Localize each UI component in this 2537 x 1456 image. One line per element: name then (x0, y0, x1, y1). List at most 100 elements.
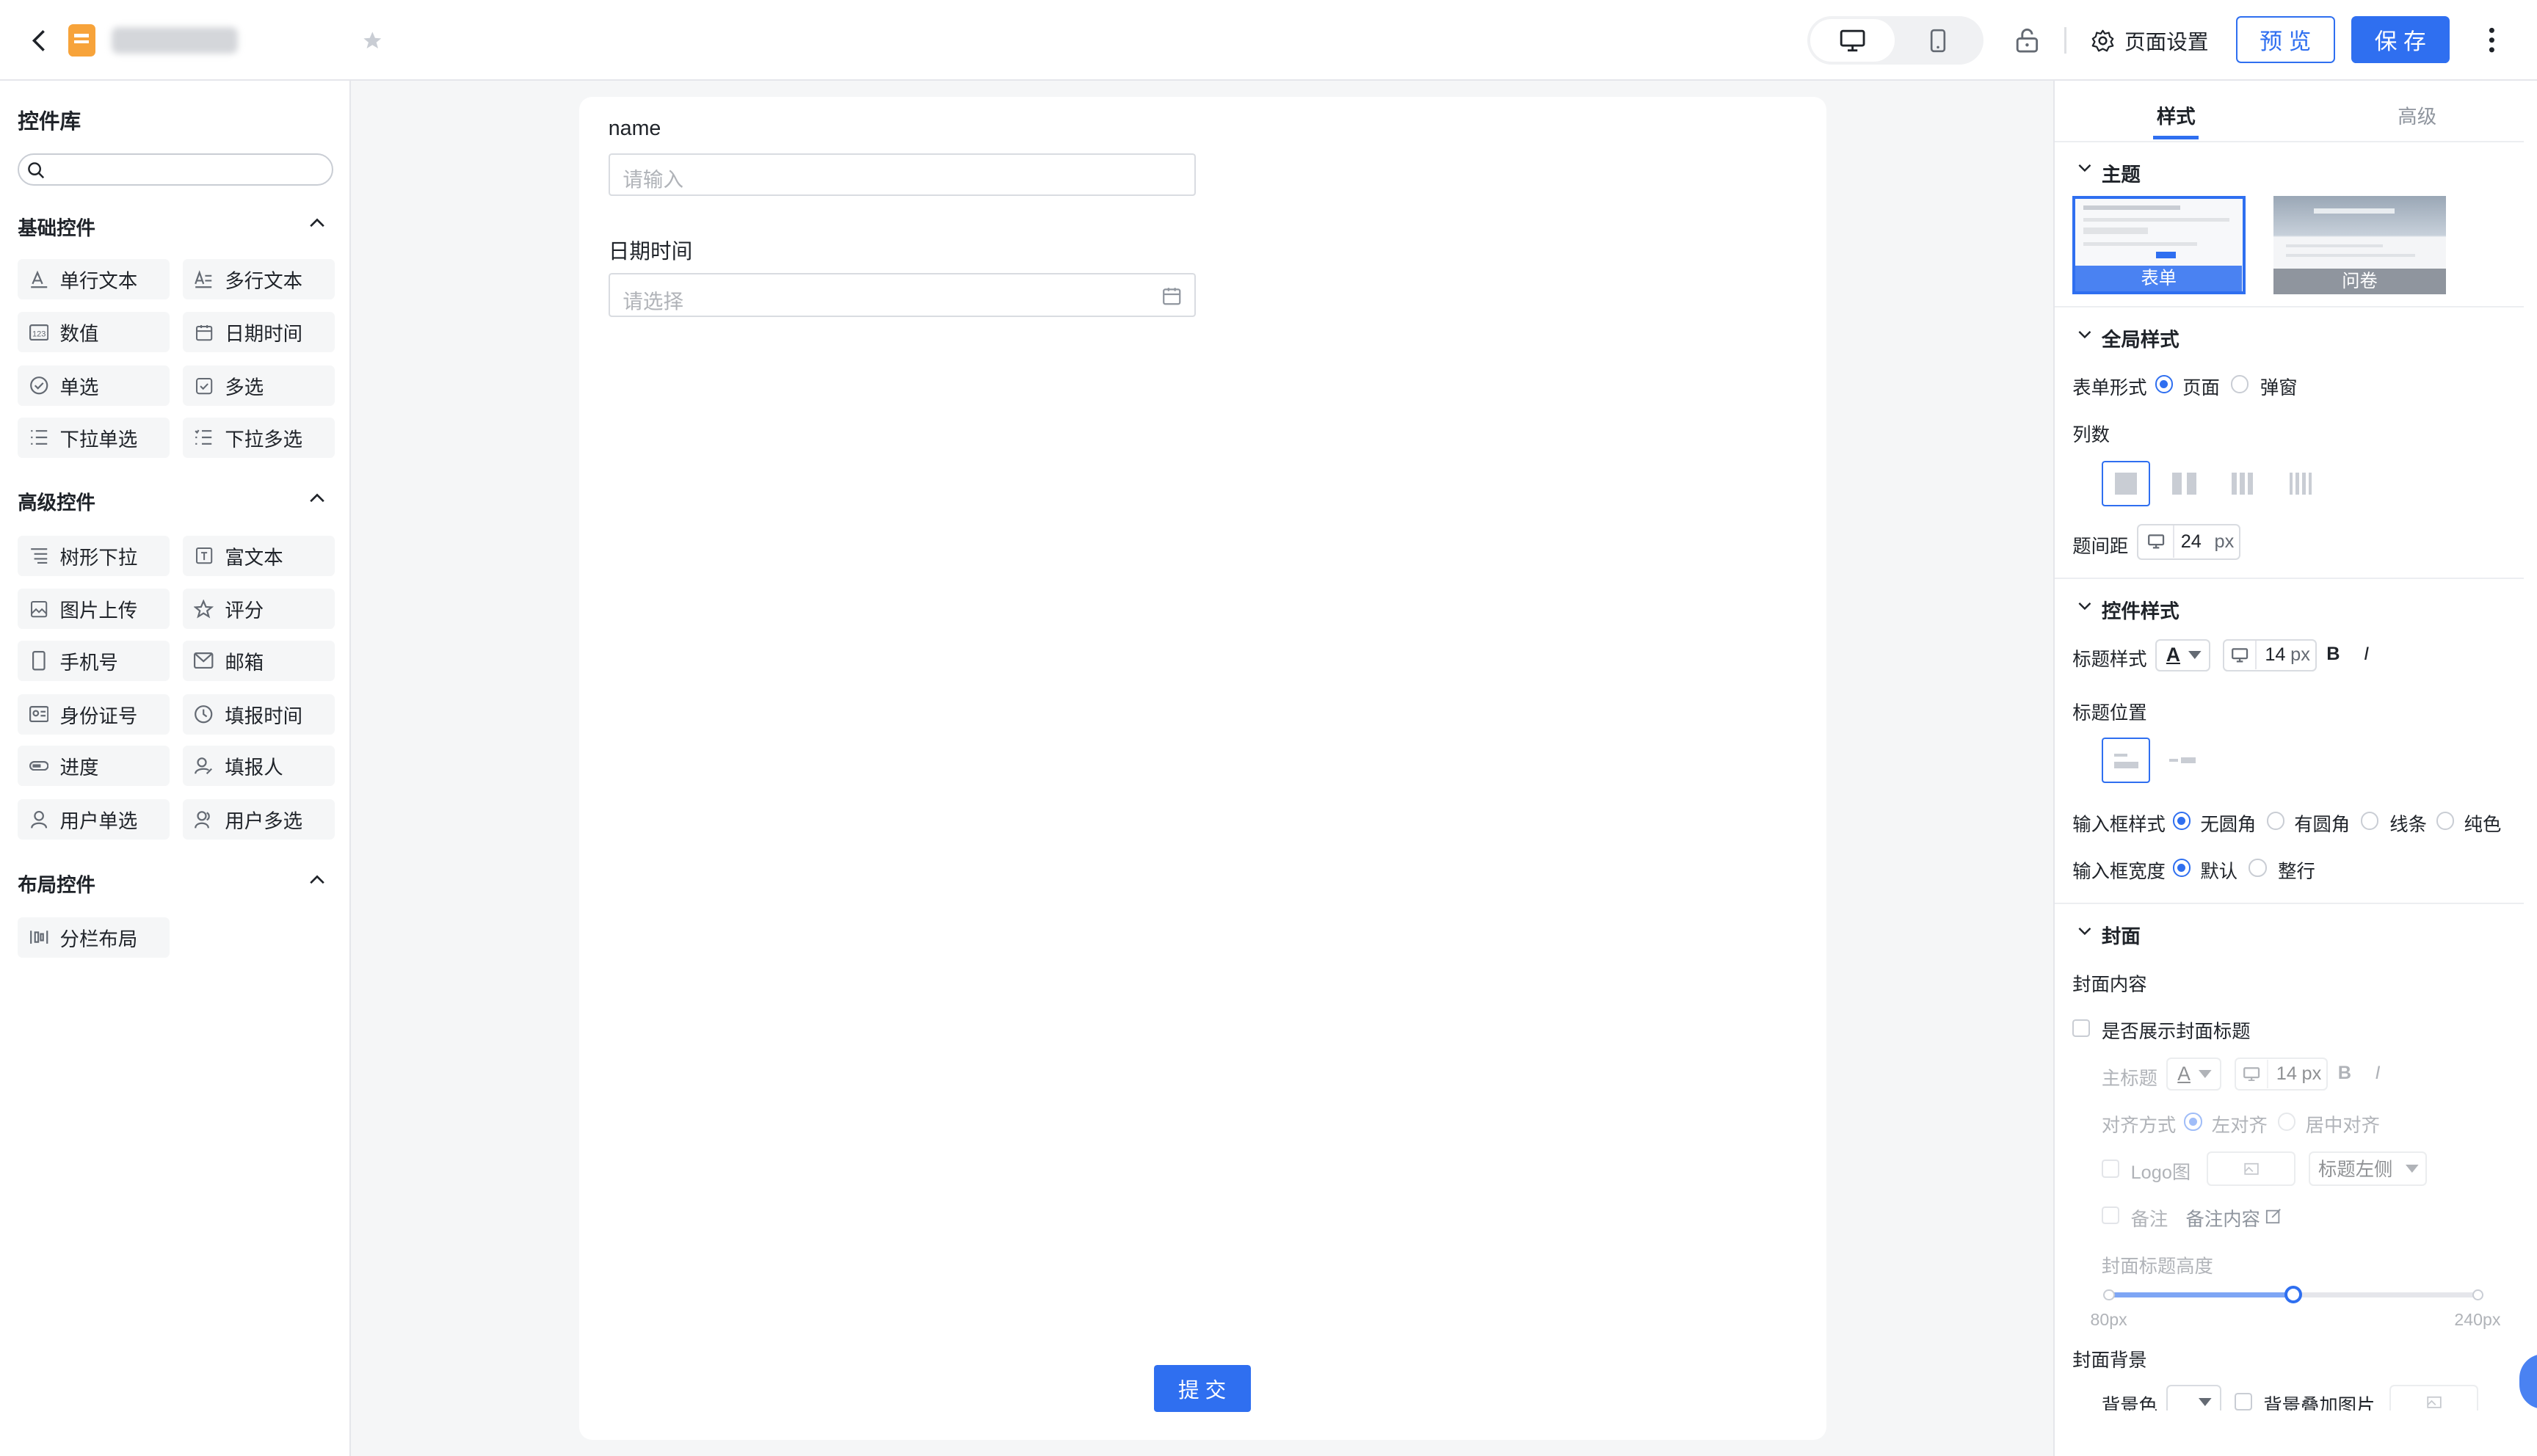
input-style-option[interactable]: 线条 (2389, 810, 2427, 837)
page-settings-button[interactable]: 页面设置 (2091, 24, 2209, 57)
align-center-label[interactable]: 居中对齐 (2306, 1111, 2380, 1138)
input-width-option[interactable]: 默认 (2200, 857, 2237, 884)
app-title-blurred[interactable] (112, 27, 238, 54)
control-phone[interactable]: 手机号 (18, 640, 170, 681)
input-style-radio[interactable] (2172, 812, 2191, 830)
logo-position-select[interactable]: 标题左侧 (2309, 1151, 2427, 1186)
bg-image-checkbox[interactable] (2234, 1392, 2252, 1410)
cover-title[interactable]: 封面 (2102, 920, 2141, 949)
main-title-bold-button[interactable]: B (2338, 1063, 2351, 1084)
input-width-radio[interactable] (2249, 859, 2267, 877)
global-style-title[interactable]: 全局样式 (2102, 324, 2180, 352)
main-title-color-select[interactable]: A (2166, 1058, 2222, 1091)
input-style-radio[interactable] (2436, 812, 2455, 830)
bold-button[interactable]: B (2326, 644, 2340, 665)
font-color-select[interactable]: A (2155, 638, 2210, 671)
control-date-time[interactable]: 日期时间 (183, 312, 335, 353)
columns-4-button[interactable] (2276, 461, 2325, 506)
title-position-left-button[interactable] (2160, 738, 2208, 783)
control-id-card[interactable]: 身份证号 (18, 694, 170, 735)
input-style-radio[interactable] (2266, 812, 2284, 830)
lock-icon[interactable] (2011, 24, 2044, 57)
calendar-icon[interactable] (1162, 286, 1181, 305)
datetime-input[interactable]: 请选择 (608, 273, 1196, 317)
theme-option-form[interactable]: 表单 (2072, 195, 2246, 295)
search-input[interactable] (51, 158, 324, 181)
note-content[interactable]: 备注内容 (2186, 1205, 2260, 1231)
logo-upload[interactable] (2207, 1151, 2296, 1186)
control-dropdown-single[interactable]: 下拉单选 (18, 417, 170, 458)
save-button[interactable]: 保 存 (2351, 16, 2450, 63)
submit-button[interactable]: 提 交 (1153, 1365, 1251, 1413)
italic-button[interactable]: I (2364, 644, 2369, 665)
logo-checkbox[interactable] (2101, 1160, 2120, 1178)
preview-button[interactable]: 预 览 (2236, 16, 2335, 63)
main-title-italic-button[interactable]: I (2375, 1063, 2380, 1084)
control-multi-line-text[interactable]: 多行文本 (183, 258, 335, 299)
control-image-upload[interactable]: 图片上传 (18, 589, 170, 630)
control-submit-time[interactable]: 填报时间 (183, 694, 335, 735)
control-single-line-text[interactable]: 单行文本 (18, 258, 170, 299)
show-cover-title-checkbox[interactable] (2072, 1019, 2091, 1037)
form-type-page-label[interactable]: 页面 (2182, 374, 2220, 400)
name-input[interactable]: 请输入 (608, 153, 1196, 196)
control-submitter[interactable]: 填报人 (183, 746, 335, 787)
spacing-value[interactable]: 24 (2181, 531, 2202, 553)
chevron-down-icon[interactable] (2077, 164, 2092, 173)
input-width-radio[interactable] (2172, 859, 2191, 877)
mobile-view-button[interactable] (1898, 19, 1978, 61)
show-cover-title-label[interactable]: 是否展示封面标题 (2102, 1017, 2251, 1044)
back-icon[interactable] (23, 23, 58, 58)
align-left-radio[interactable] (2184, 1113, 2202, 1131)
cover-height-slider[interactable] (2103, 1286, 2484, 1304)
control-rating[interactable]: 评分 (183, 589, 335, 630)
input-style-option[interactable]: 纯色 (2464, 810, 2502, 837)
theme-title[interactable]: 主题 (2102, 159, 2141, 187)
tab-style[interactable]: 样式 (2157, 101, 2196, 129)
control-checkbox[interactable]: 多选 (183, 365, 335, 407)
main-title-size-value[interactable]: 14 (2276, 1063, 2297, 1085)
align-left-label[interactable]: 左对齐 (2212, 1111, 2268, 1138)
align-center-radio[interactable] (2278, 1113, 2296, 1131)
more-menu-icon[interactable] (2475, 23, 2508, 58)
control-number[interactable]: 123 数值 (18, 312, 170, 353)
chevron-down-icon[interactable] (2077, 330, 2092, 340)
theme-option-survey[interactable]: 问卷 (2273, 195, 2447, 295)
note-checkbox[interactable] (2101, 1206, 2120, 1225)
control-user-multi[interactable]: 用户多选 (183, 798, 335, 840)
control-progress[interactable]: 进度 (18, 746, 170, 787)
main-title-size-input[interactable]: 14 px (2234, 1058, 2329, 1091)
control-dropdown-multi[interactable]: 下拉多选 (183, 417, 335, 458)
control-rich-text[interactable]: 富文本 (183, 535, 335, 576)
chevron-down-icon[interactable] (2077, 602, 2092, 611)
spacing-input[interactable]: 24 px (2137, 524, 2241, 560)
form-type-modal-label[interactable]: 弹窗 (2260, 374, 2298, 400)
font-size-value[interactable]: 14 (2265, 644, 2285, 666)
chevron-up-icon[interactable] (309, 873, 325, 884)
columns-3-button[interactable] (2218, 461, 2267, 506)
form-type-modal-radio[interactable] (2231, 375, 2249, 393)
desktop-view-button[interactable] (1810, 19, 1895, 62)
chevron-up-icon[interactable] (309, 216, 325, 228)
control-email[interactable]: 邮箱 (183, 640, 335, 681)
control-user-single[interactable]: 用户单选 (18, 798, 170, 840)
star-icon[interactable] (359, 27, 385, 53)
chevron-up-icon[interactable] (309, 492, 325, 503)
font-size-input[interactable]: 14 px (2223, 638, 2318, 671)
input-style-option[interactable]: 有圆角 (2294, 810, 2350, 837)
input-style-option[interactable]: 无圆角 (2200, 810, 2256, 837)
control-style-title[interactable]: 控件样式 (2102, 595, 2180, 624)
search-box[interactable] (18, 153, 334, 186)
title-position-top-button[interactable] (2101, 738, 2151, 783)
tab-advanced[interactable]: 高级 (2398, 101, 2436, 129)
columns-2-button[interactable] (2160, 461, 2208, 506)
control-column-layout[interactable]: 分栏布局 (18, 917, 170, 958)
columns-1-button[interactable] (2101, 461, 2151, 506)
input-style-radio[interactable] (2360, 812, 2378, 830)
edit-icon[interactable] (2265, 1208, 2282, 1224)
form-type-page-radio[interactable] (2155, 375, 2173, 393)
chevron-down-icon[interactable] (2077, 927, 2092, 936)
input-width-option[interactable]: 整行 (2278, 857, 2315, 884)
slider-thumb[interactable] (2284, 1286, 2303, 1304)
control-radio[interactable]: 单选 (18, 365, 170, 407)
